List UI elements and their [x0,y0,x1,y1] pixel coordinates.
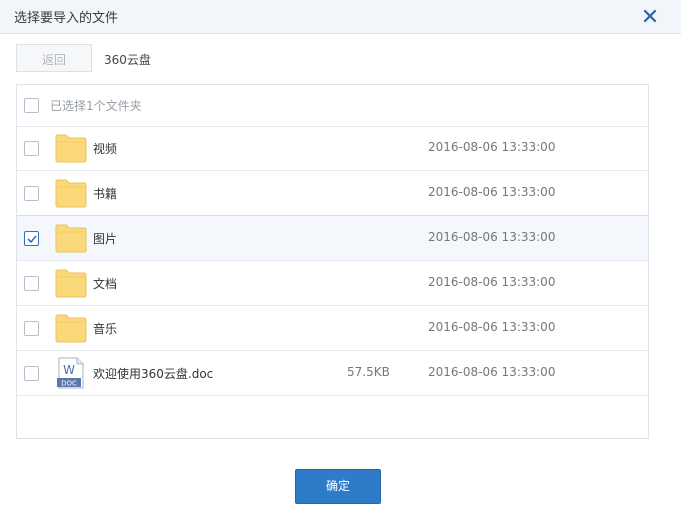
dialog-titlebar: 选择要导入的文件 [0,0,681,34]
folder-icon [55,133,87,163]
file-name: 视频 [93,142,118,156]
modified-time: 2016-08-06 13:33:00 [428,320,556,334]
modified-time: 2016-08-06 13:33:00 [428,185,556,199]
dialog-title: 选择要导入的文件 [14,11,119,26]
close-icon [643,9,657,23]
file-size: 57.5KB [347,365,390,379]
modified-time: 2016-08-06 13:33:00 [428,140,556,154]
row-checkbox[interactable] [24,231,39,246]
row-checkbox[interactable] [24,321,39,336]
row-checkbox[interactable] [24,366,39,381]
row-checkbox[interactable] [24,276,39,291]
file-name: 书籍 [93,187,118,201]
folder-icon [55,223,87,253]
file-row[interactable]: 文档 2016-08-06 13:33:00 [17,261,648,306]
file-name: 图片 [93,232,118,246]
file-name: 音乐 [93,322,118,336]
modified-time: 2016-08-06 13:33:00 [428,365,556,379]
file-row[interactable]: 音乐 2016-08-06 13:33:00 [17,306,648,351]
file-name: 欢迎使用360云盘.doc [93,367,214,381]
checkmark-icon [27,235,37,244]
close-button[interactable] [639,5,661,27]
modified-time: 2016-08-06 13:33:00 [428,230,556,244]
folder-icon [55,268,87,298]
back-button[interactable]: 返回 [16,44,92,72]
file-row[interactable]: 图片 2016-08-06 13:33:00 [17,215,648,261]
doc-icon-letter: W [63,363,75,377]
file-row[interactable]: 视频 2016-08-06 13:33:00 [17,126,648,171]
file-name: 文档 [93,277,118,291]
modified-time: 2016-08-06 13:33:00 [428,275,556,289]
file-row[interactable]: 书籍 2016-08-06 13:33:00 [17,171,648,216]
file-row[interactable]: W DOC 欢迎使用360云盘.doc 57.5KB 2016-08-06 13:33:… [17,351,648,396]
confirm-button[interactable]: 确定 [295,469,381,504]
selection-count-label: 已选择1个文件夹 [50,99,142,113]
file-list: 已选择1个文件夹 视频 2016-08-06 13:33:00 书籍 2016-08-… [16,84,649,439]
import-file-dialog: 选择要导入的文件 返回 360云盘 已选择1个文件夹 视频 2016-08-06 … [0,0,681,517]
folder-icon [55,178,87,208]
current-path: 360云盘 [104,53,151,67]
doc-icon-label: DOC [61,380,77,388]
folder-icon [55,313,87,343]
list-header: 已选择1个文件夹 [17,85,648,127]
row-checkbox[interactable] [24,186,39,201]
select-all-checkbox[interactable] [24,98,39,113]
row-checkbox[interactable] [24,141,39,156]
word-doc-icon: W DOC [55,357,87,389]
